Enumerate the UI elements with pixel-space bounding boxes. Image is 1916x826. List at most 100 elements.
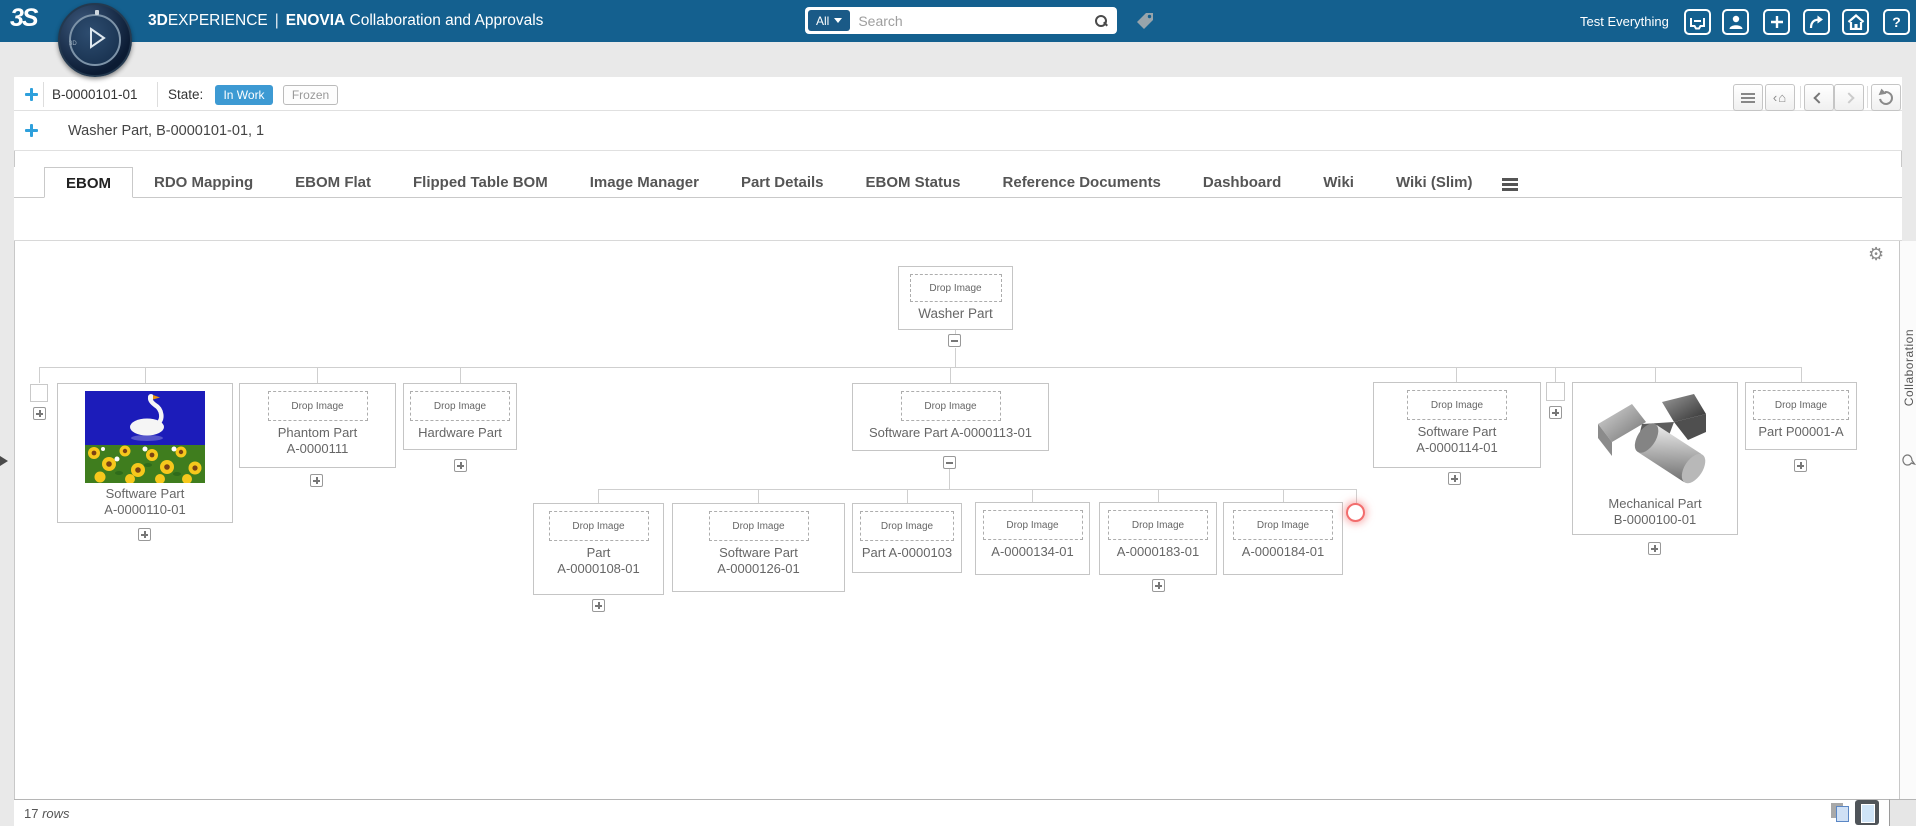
state-frozen-button[interactable]: Frozen [283, 85, 338, 105]
node-part-a-0000108-01[interactable]: Drop Image Part A-0000108-01 [533, 503, 664, 595]
node-a-0000184-01[interactable]: Drop Image A-0000184-01 [1223, 502, 1343, 575]
collapse-button-washer-part[interactable] [948, 334, 961, 347]
share-icon[interactable] [1803, 9, 1830, 35]
list-view-button[interactable] [1733, 84, 1763, 111]
drop-image-target[interactable]: Drop Image [1407, 390, 1507, 420]
expand-button[interactable] [1648, 542, 1661, 555]
node-label: A-0000184-01 [1224, 544, 1342, 560]
tab-wiki[interactable]: Wiki [1302, 167, 1375, 197]
expand-title-plus-icon[interactable] [25, 124, 38, 137]
divider [43, 82, 44, 107]
chevron-down-icon [834, 18, 842, 23]
back-to-home-button[interactable]: ‹⌂ [1765, 84, 1795, 111]
node-label: Mechanical Part [1573, 496, 1737, 512]
collaboration-side-tab[interactable]: Collaboration [1899, 241, 1916, 799]
node-mechanical-part-b-0000100-01[interactable]: Mechanical Part B-0000100-01 [1572, 382, 1738, 535]
expand-button[interactable] [592, 599, 605, 612]
collapse-button-software-part-a-0000113-01[interactable] [943, 456, 956, 469]
node-label: Software Part [1374, 424, 1540, 440]
connector-line [598, 489, 1356, 490]
object-title-bar [14, 111, 1902, 151]
expand-button[interactable] [1448, 472, 1461, 485]
settings-gear-icon[interactable]: ⚙ [1868, 245, 1884, 263]
drop-image-target[interactable]: Drop Image [549, 511, 649, 541]
tag-icon[interactable] [1134, 10, 1156, 37]
node-software-part-a-0000114-01[interactable]: Drop Image Software Part A-0000114-01 [1373, 382, 1541, 468]
expand-button[interactable] [1152, 579, 1165, 592]
tab-ebom[interactable]: EBOM [44, 167, 133, 198]
search-input[interactable] [850, 13, 1095, 29]
node-label: Software Part A-0000113-01 [853, 425, 1048, 441]
node-part-p00001-a[interactable]: Drop Image Part P00001-A [1745, 382, 1857, 450]
user-name[interactable]: Test Everything [1580, 0, 1669, 42]
drop-image-target[interactable]: Drop Image [860, 511, 954, 541]
connector-line [1283, 489, 1284, 502]
tab-overflow-menu-icon[interactable] [1502, 178, 1518, 181]
mini-node-placeholder[interactable] [1546, 382, 1565, 401]
drop-image-target[interactable]: Drop Image [709, 511, 809, 541]
drop-image-target[interactable]: Drop Image [410, 391, 510, 421]
node-software-part-a-0000113-01[interactable]: Drop Image Software Part A-0000113-01 [852, 383, 1049, 451]
connector-line [145, 367, 146, 383]
swan-sunflowers-thumbnail [85, 391, 205, 483]
tab-ebom-status[interactable]: EBOM Status [845, 167, 982, 197]
compact-view-toggle-icon[interactable] [1831, 803, 1843, 818]
tab-flipped-table-bom[interactable]: Flipped Table BOM [392, 167, 569, 197]
add-content-icon[interactable] [1763, 9, 1790, 35]
node-software-part-a-0000110-01[interactable]: Software Part A-0000110-01 [57, 383, 233, 523]
node-label: Part [534, 545, 663, 561]
tab-part-details[interactable]: Part Details [720, 167, 845, 197]
left-panel-expander-icon[interactable] [0, 456, 8, 466]
expand-button[interactable] [138, 528, 151, 541]
node-washer-part-root[interactable]: Drop Image Washer Part [898, 266, 1013, 330]
drop-image-target[interactable]: Drop Image [268, 391, 368, 421]
drop-image-target[interactable]: Drop Image [1753, 390, 1849, 420]
drop-image-target[interactable]: Drop Image [1108, 510, 1208, 540]
node-a-0000183-01[interactable]: Drop Image A-0000183-01 [1099, 502, 1217, 575]
expand-button[interactable] [1794, 459, 1807, 472]
expand-button[interactable] [454, 459, 467, 472]
drop-image-target[interactable]: Drop Image [1233, 510, 1333, 540]
user-profile-icon[interactable] [1722, 9, 1749, 35]
tab-reference-documents[interactable]: Reference Documents [982, 167, 1182, 197]
previous-button[interactable] [1804, 84, 1834, 111]
expand-button[interactable] [1549, 406, 1562, 419]
node-part-a-0000103[interactable]: Drop Image Part A-0000103 [852, 503, 962, 573]
drop-image-target[interactable]: Drop Image [983, 510, 1083, 540]
node-phantom-part-a-0000111[interactable]: Drop Image Phantom Part A-0000111 [239, 383, 396, 468]
next-button[interactable] [1834, 84, 1864, 111]
connector-line [955, 348, 956, 367]
collaboration-label: Collaboration [1902, 329, 1916, 406]
node-software-part-a-0000126-01[interactable]: Drop Image Software Part A-0000126-01 [672, 503, 845, 592]
search-scope-dropdown[interactable]: All [808, 10, 850, 31]
refresh-button[interactable] [1871, 84, 1901, 111]
mini-node-placeholder[interactable] [30, 384, 48, 402]
home-icon[interactable] [1842, 9, 1869, 35]
3dexperience-compass-icon[interactable]: 3D [58, 3, 132, 77]
notifications-tray-icon[interactable] [1684, 9, 1711, 35]
tab-ebom-flat[interactable]: EBOM Flat [274, 167, 392, 197]
status-bar-corner [1889, 799, 1916, 826]
app-window: 3DEXPERIENCE|ENOVIA Collaboration and Ap… [0, 0, 1916, 826]
expand-context-plus-icon[interactable] [25, 88, 38, 101]
search-icon[interactable] [1095, 15, 1107, 27]
connector-line [758, 489, 759, 503]
drop-image-target[interactable]: Drop Image [901, 391, 1001, 421]
state-in-work-button[interactable]: In Work [215, 85, 273, 105]
node-a-0000134-01[interactable]: Drop Image A-0000134-01 [975, 502, 1090, 575]
3ds-logo-icon: 3S [10, 4, 37, 33]
node-label: A-0000183-01 [1100, 544, 1216, 560]
tab-image-manager[interactable]: Image Manager [569, 167, 720, 197]
refresh-icon [1876, 88, 1895, 107]
connector-line [907, 489, 908, 503]
connector-line [317, 367, 318, 383]
full-view-toggle-icon[interactable] [1855, 800, 1879, 825]
help-icon[interactable]: ? [1883, 9, 1910, 35]
tab-dashboard[interactable]: Dashboard [1182, 167, 1302, 197]
expand-button[interactable] [310, 474, 323, 487]
tab-wiki-slim[interactable]: Wiki (Slim) [1375, 167, 1494, 197]
tab-rdo-mapping[interactable]: RDO Mapping [133, 167, 274, 197]
node-hardware-part[interactable]: Drop Image Hardware Part [403, 383, 517, 450]
drop-image-target[interactable]: Drop Image [910, 274, 1002, 302]
expand-button[interactable] [33, 407, 46, 420]
